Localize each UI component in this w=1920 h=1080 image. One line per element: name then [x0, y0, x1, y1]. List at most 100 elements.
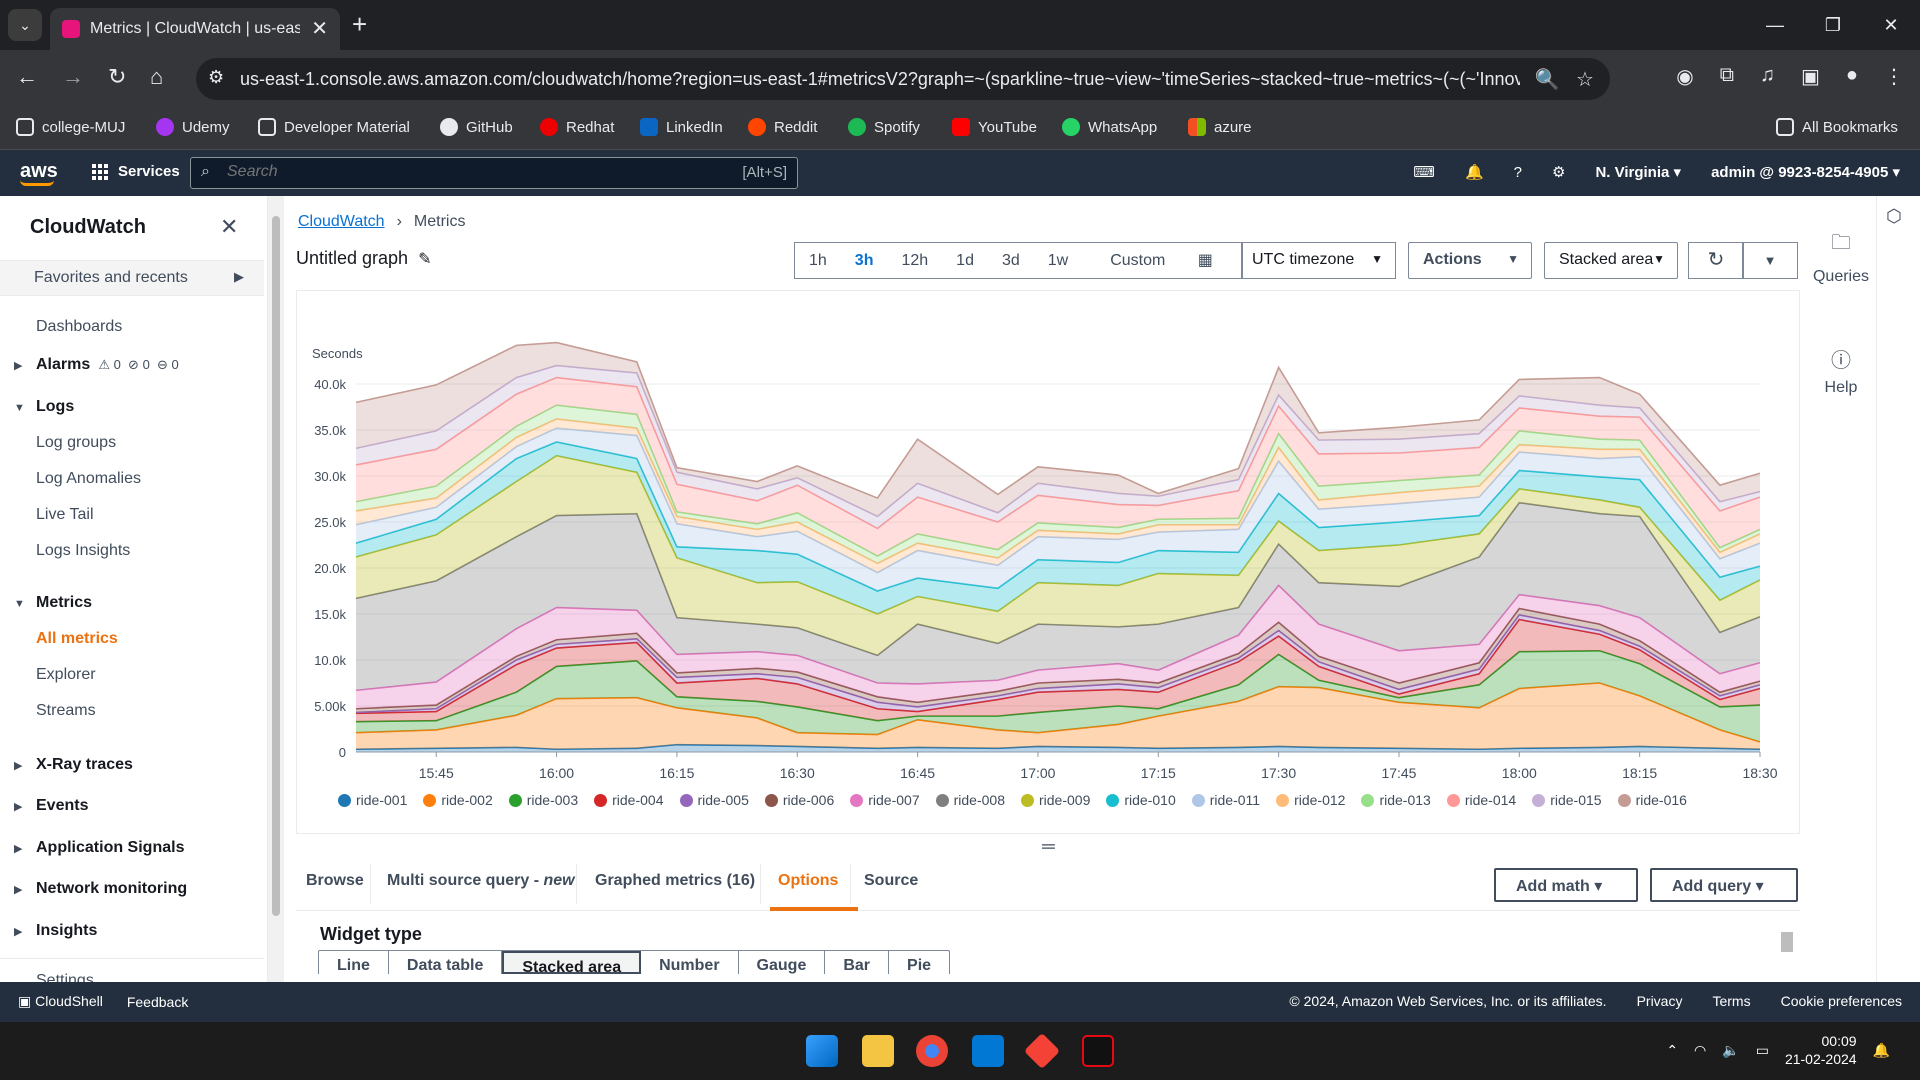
all-bookmarks[interactable]: All Bookmarks — [1776, 118, 1898, 136]
chrome-icon[interactable] — [916, 1035, 948, 1067]
legend-item-ride-016[interactable]: ride-016 — [1617, 792, 1687, 808]
cookie-preferences-link[interactable]: Cookie preferences — [1781, 993, 1902, 1009]
range-12h[interactable]: 12h — [887, 252, 942, 270]
tab-graphed-metrics[interactable]: Graphed metrics (16) — [595, 872, 755, 890]
vscode-icon[interactable] — [972, 1035, 1004, 1067]
sidebar-item-logs-insights[interactable]: Logs Insights — [36, 542, 130, 560]
site-info-icon[interactable]: ⚙ — [208, 67, 224, 88]
widget-type-pie[interactable]: Pie — [889, 951, 949, 974]
legend-item-ride-006[interactable]: ride-006 — [764, 792, 834, 808]
sidebar-item-dashboards[interactable]: Dashboards — [36, 318, 122, 336]
legend-item-ride-003[interactable]: ride-003 — [508, 792, 578, 808]
add-math-button[interactable]: Add math ▾ — [1494, 868, 1638, 902]
close-sidebar-icon[interactable]: ✕ — [220, 214, 238, 240]
bookmark-youtube[interactable]: YouTube — [952, 118, 1037, 136]
help-icon[interactable]: ? — [1514, 164, 1522, 181]
resize-handle-icon[interactable]: ═ — [1042, 836, 1055, 857]
bookmark-github[interactable]: GitHub — [440, 118, 513, 136]
legend-item-ride-009[interactable]: ride-009 — [1021, 792, 1090, 808]
tab-search-button[interactable]: ⌄ — [8, 9, 42, 41]
terms-link[interactable]: Terms — [1712, 993, 1750, 1009]
sidebar-section-network-monitoring[interactable]: ▶ Network monitoring — [14, 880, 187, 898]
tray-chevron-up-icon[interactable]: ⌃ — [1666, 1042, 1678, 1059]
bookmark-linkedin[interactable]: LinkedIn — [640, 118, 723, 136]
widget-type-number[interactable]: Number — [641, 951, 739, 974]
legend-item-ride-010[interactable]: ride-010 — [1106, 792, 1176, 808]
legend-item-ride-008[interactable]: ride-008 — [935, 792, 1005, 808]
settings-hex-icon[interactable]: ⬡ — [1886, 206, 1902, 227]
options-scroll-thumb[interactable] — [1781, 932, 1793, 952]
battery-icon[interactable]: ▭ — [1756, 1042, 1769, 1059]
legend-item-ride-001[interactable]: ride-001 — [338, 792, 407, 808]
side-panel-icon[interactable]: ▣ — [1801, 64, 1820, 89]
settings-gear-icon[interactable]: ⚙ — [1552, 163, 1565, 181]
sidebar-item-explorer[interactable]: Explorer — [36, 666, 96, 684]
add-query-button[interactable]: Add query ▾ — [1650, 868, 1798, 902]
sidebar-scroll-thumb[interactable] — [272, 216, 280, 916]
privacy-link[interactable]: Privacy — [1637, 993, 1683, 1009]
new-tab-button[interactable]: + — [352, 10, 367, 38]
back-icon[interactable]: ← — [16, 64, 38, 90]
cloudshell-link[interactable]: ▣ CloudShell — [18, 993, 103, 1010]
options-scrollbar[interactable] — [1778, 912, 1796, 978]
range-3d[interactable]: 3d — [988, 252, 1034, 270]
bookmark-whatsapp[interactable]: WhatsApp — [1062, 118, 1157, 136]
account-menu[interactable]: admin @ 9923-8254-4905 ▾ — [1711, 163, 1900, 181]
app-diamond-icon[interactable] — [1023, 1032, 1061, 1070]
notification-bell-icon[interactable]: 🔔 — [1873, 1042, 1890, 1059]
minimize-button[interactable]: — — [1746, 0, 1804, 50]
menu-kebab-icon[interactable]: ⋮ — [1884, 64, 1904, 89]
bookmark-star-icon[interactable]: 🔍 ☆ — [1534, 67, 1594, 92]
range-1w[interactable]: 1w — [1034, 252, 1082, 270]
file-explorer-icon[interactable] — [862, 1035, 894, 1067]
tab-source[interactable]: Source — [864, 872, 918, 890]
sidebar-scrollbar[interactable] — [268, 196, 284, 982]
tab-multi-source-query[interactable]: Multi source query - new — [387, 872, 575, 890]
services-menu[interactable]: Services — [92, 163, 180, 180]
windows-start-icon[interactable] — [806, 1035, 838, 1067]
legend-item-ride-005[interactable]: ride-005 — [679, 792, 749, 808]
cloudshell-icon[interactable]: ⌨ — [1413, 163, 1435, 181]
tab-browse[interactable]: Browse — [306, 872, 364, 890]
range-custom[interactable]: Custom ▦ — [1082, 242, 1242, 279]
tab-options[interactable]: Options — [778, 872, 838, 890]
legend-item-ride-002[interactable]: ride-002 — [423, 792, 493, 808]
media-icon[interactable]: ♫ — [1760, 64, 1775, 89]
volume-icon[interactable]: 🔈 — [1722, 1042, 1739, 1059]
legend-item-ride-013[interactable]: ride-013 — [1361, 792, 1431, 808]
bookmark-college-muj[interactable]: college-MUJ — [16, 118, 125, 136]
queries-panel-button[interactable]: 🗀 Queries — [1810, 228, 1872, 286]
favorites-and-recents[interactable]: Favorites and recents ▶ — [0, 260, 264, 296]
legend-item-ride-011[interactable]: ride-011 — [1191, 792, 1260, 808]
sidebar-section-events[interactable]: ▶ Events — [14, 797, 88, 815]
help-panel-button[interactable]: ⓘ Help — [1810, 344, 1872, 397]
widget-type-stacked-area[interactable]: Stacked area — [502, 951, 642, 974]
range-1d[interactable]: 1d — [942, 252, 988, 270]
bookmark-spotify[interactable]: Spotify — [848, 118, 920, 136]
edit-pencil-icon[interactable]: ✎ — [418, 249, 431, 269]
reload-icon[interactable]: ↻ — [108, 64, 126, 90]
restore-button[interactable]: ❐ — [1804, 0, 1862, 50]
close-window-button[interactable]: ✕ — [1862, 0, 1920, 50]
widget-type-data-table[interactable]: Data table — [389, 951, 503, 974]
legend-item-ride-012[interactable]: ride-012 — [1276, 792, 1345, 808]
widget-type-bar[interactable]: Bar — [825, 951, 890, 974]
graph-view-dropdown[interactable]: Stacked area ▼ — [1544, 242, 1678, 279]
netflix-icon[interactable] — [1082, 1035, 1114, 1067]
wifi-icon[interactable]: ◠ — [1694, 1042, 1706, 1059]
sidebar-section-insights[interactable]: ▶ Insights — [14, 922, 97, 940]
legend-item-ride-014[interactable]: ride-014 — [1446, 792, 1516, 808]
sidebar-item-live-tail[interactable]: Live Tail — [36, 506, 94, 524]
system-clock[interactable]: 00:09 21-02-2024 — [1785, 1032, 1857, 1068]
feedback-link[interactable]: Feedback — [127, 994, 188, 1010]
notifications-bell-icon[interactable]: 🔔 — [1465, 163, 1484, 181]
bookmark-redhat[interactable]: Redhat — [540, 118, 614, 136]
omnibox[interactable]: ⚙ us-east-1.console.aws.amazon.com/cloud… — [196, 58, 1610, 100]
bookmark-developer-material[interactable]: Developer Material — [258, 118, 410, 136]
extensions-icon[interactable]: ⧉ — [1720, 64, 1734, 89]
home-icon[interactable]: ⌂ — [150, 64, 163, 90]
search-input[interactable] — [227, 163, 667, 181]
url-text[interactable]: us-east-1.console.aws.amazon.com/cloudwa… — [240, 69, 1520, 90]
timezone-dropdown[interactable]: UTC timezone ▼ — [1242, 242, 1396, 279]
aws-search-box[interactable]: ⌕ [Alt+S] — [190, 157, 798, 189]
